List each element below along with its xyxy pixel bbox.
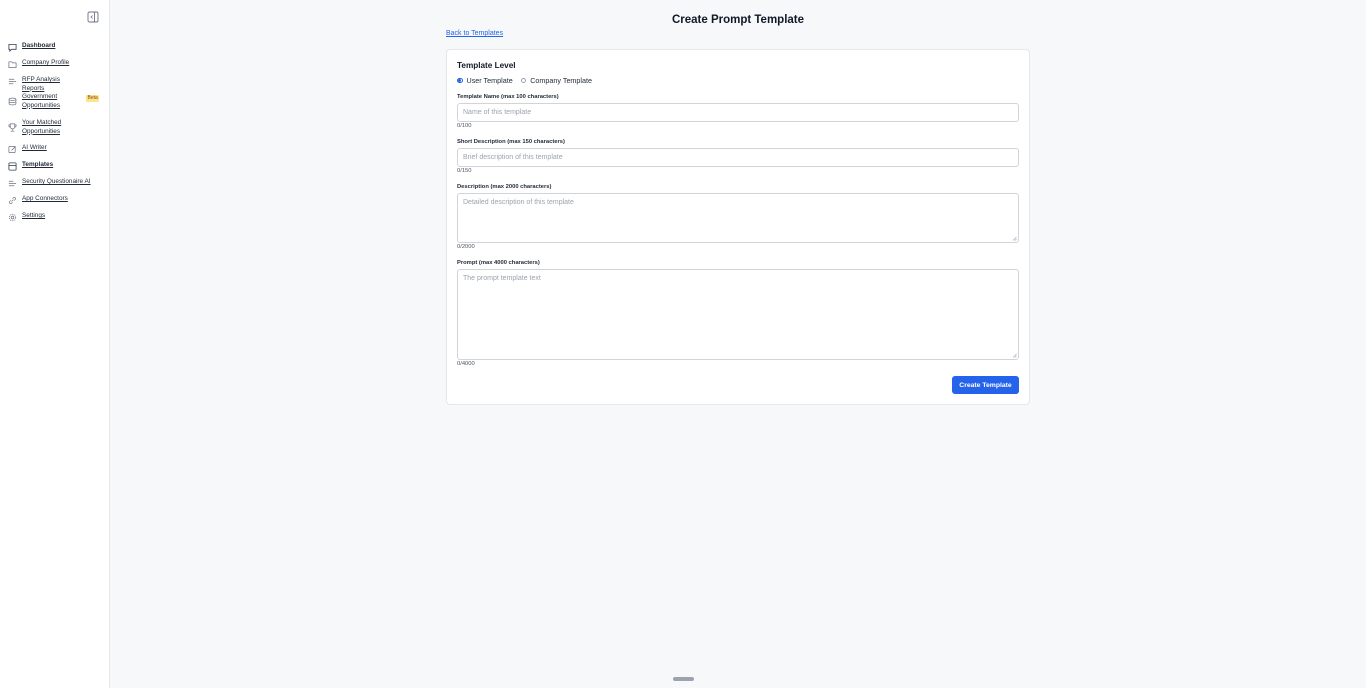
template-icon: [8, 162, 17, 171]
prompt-label: Prompt (max 4000 characters): [457, 260, 540, 266]
sidebar-item-label: Government Opportunities: [22, 93, 61, 109]
sidebar-item-label: Templates: [22, 161, 54, 168]
description-label: Description (max 2000 characters): [457, 184, 552, 190]
link-icon: [9, 197, 16, 204]
description-placeholder: Detailed description of this template: [463, 199, 574, 206]
prompt-counter: 0/4000: [457, 361, 475, 367]
sidebar-item-company-profile[interactable]: Company Profile: [8, 59, 104, 69]
user-template-radio[interactable]: [457, 77, 463, 84]
chat-icon: [8, 43, 17, 52]
sidebar-item-rfp-analysis-reports[interactable]: RFP Analysis Reports: [8, 76, 104, 93]
short-description-label: Short Description (max 150 characters): [457, 139, 565, 145]
sidebar-item-dashboard[interactable]: Dashboard: [8, 42, 104, 52]
sidebar-item-label: Dashboard: [22, 42, 56, 49]
resize-handle-icon[interactable]: [1012, 353, 1017, 358]
create-template-button[interactable]: Create Template: [952, 376, 1019, 394]
sidebar-item-label: App Connectors: [22, 195, 68, 202]
sidebar-item-app-connectors[interactable]: App Connectors: [8, 195, 104, 205]
beta-badge: Beta: [86, 95, 100, 102]
resize-handle-icon[interactable]: [1012, 236, 1017, 241]
company-template-radio[interactable]: [520, 77, 527, 84]
user-template-label[interactable]: User Template: [467, 76, 513, 85]
list-icon: [8, 78, 17, 85]
prompt-textarea[interactable]: The prompt template text: [457, 269, 1019, 360]
pen-icon: [8, 145, 16, 154]
template-name-label: Template Name (max 100 characters): [457, 94, 559, 100]
template-name-counter: 0/100: [457, 123, 472, 129]
sidebar: Dashboard Company Profile RFP Analysis R…: [0, 0, 110, 688]
sidebar-item-label: RFP Analysis Reports: [22, 76, 60, 92]
trophy-icon: [8, 123, 17, 132]
short-description-counter: 0/150: [457, 168, 472, 174]
sidebar-item-settings[interactable]: Settings: [8, 212, 104, 222]
database-icon: [8, 97, 17, 106]
template-form-card: Template Level User Template Company Tem…: [446, 49, 1030, 405]
sidebar-item-templates[interactable]: Templates: [8, 161, 104, 171]
page-title: Create Prompt Template: [671, 14, 805, 26]
sidebar-collapse-icon[interactable]: [87, 11, 99, 23]
template-level-radio-group: User Template Company Template: [457, 76, 600, 85]
sidebar-item-your-matched-opportunities[interactable]: Your Matched Opportunities: [8, 119, 104, 136]
sidebar-item-ai-writer[interactable]: AI Writer: [8, 144, 104, 154]
template-level-title: Template Level: [457, 61, 516, 70]
sidebar-item-label: Settings: [22, 212, 46, 219]
back-to-templates-link[interactable]: Back to Templates: [446, 30, 503, 37]
sidebar-item-government-opportunities[interactable]: Government Opportunities Beta: [8, 93, 104, 110]
short-description-input[interactable]: Brief description of this template: [457, 148, 1019, 167]
scroll-handle[interactable]: [673, 677, 694, 681]
description-textarea[interactable]: Detailed description of this template: [457, 193, 1019, 243]
sidebar-item-label: AI Writer: [22, 144, 47, 151]
prompt-placeholder: The prompt template text: [463, 275, 541, 282]
sidebar-item-security-questionaire-ai[interactable]: Security Questionaire AI: [8, 178, 104, 188]
shield-icon: [8, 180, 17, 187]
template-name-input[interactable]: Name of this template: [457, 103, 1019, 122]
company-template-label[interactable]: Company Template: [530, 76, 592, 85]
sidebar-item-label: Company Profile: [22, 59, 70, 66]
description-counter: 0/2000: [457, 244, 475, 250]
sidebar-item-label: Security Questionaire AI: [22, 178, 91, 185]
sidebar-item-label: Your Matched Opportunities: [22, 119, 62, 135]
gear-icon: [8, 213, 17, 222]
folder-icon: [8, 61, 17, 69]
